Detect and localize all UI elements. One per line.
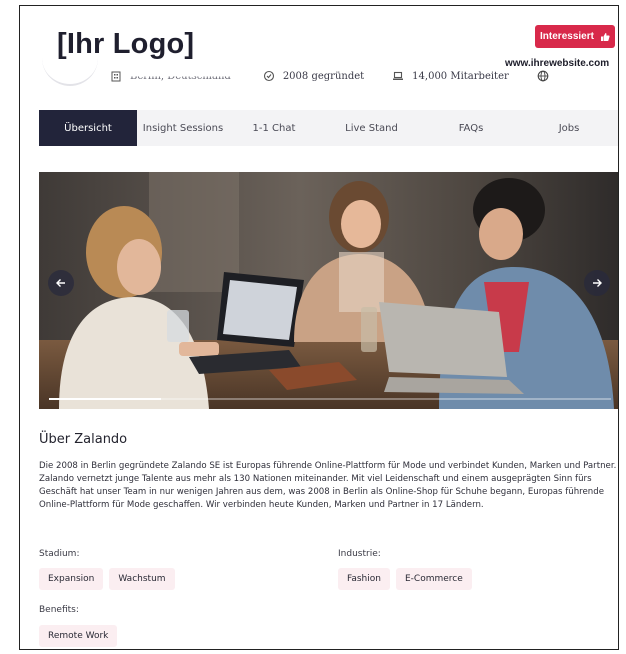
hero-carousel xyxy=(39,172,618,409)
avatar xyxy=(42,46,98,86)
arrow-left-icon xyxy=(56,279,65,287)
carousel-prev-button[interactable] xyxy=(48,270,74,296)
chip-fashion[interactable]: Fashion xyxy=(338,568,390,590)
founded-item: 2008 gegründet xyxy=(263,70,364,82)
chip-remote-work[interactable]: Remote Work xyxy=(39,625,118,647)
tab-live-stand[interactable]: Live Stand xyxy=(319,110,424,146)
chip-e-commerce[interactable]: E-Commerce xyxy=(395,568,472,590)
industrie-label: Industrie: xyxy=(338,549,381,559)
website-globe[interactable] xyxy=(537,70,557,82)
arrow-right-icon xyxy=(593,279,602,287)
about-text: Die 2008 in Berlin gegründete Zalando SE… xyxy=(39,461,617,510)
benefits-label: Benefits: xyxy=(39,605,79,615)
interested-button-label: Interessiert xyxy=(540,31,594,42)
tab-1-1-chat[interactable]: 1-1 Chat xyxy=(229,110,319,146)
interested-button[interactable]: Interessiert xyxy=(535,25,615,48)
carousel-next-button[interactable] xyxy=(584,270,610,296)
hero-photo xyxy=(39,172,618,409)
industrie-chips: Fashion E-Commerce xyxy=(338,568,472,590)
about-title: Über Zalando xyxy=(39,432,128,447)
website-link[interactable]: www.ihrewebsite.com xyxy=(505,58,609,69)
employees-item: 14,000 Mitarbeiter xyxy=(392,70,509,82)
tab-faqs[interactable]: FAQs xyxy=(424,110,518,146)
building-icon xyxy=(111,71,121,82)
chip-wachstum[interactable]: Wachstum xyxy=(109,568,175,590)
carousel-progress-fill xyxy=(49,398,162,400)
laptop-icon xyxy=(393,71,404,80)
company-meta-row: Berlin, Deutschland 2008 gegründet 14,00… xyxy=(110,68,557,84)
company-profile-frame: [Ihr Logo] Berlin, Deutschland 2008 gegr… xyxy=(19,5,619,650)
tab-uebersicht[interactable]: Übersicht xyxy=(39,110,137,146)
carousel-progress xyxy=(49,398,611,400)
employees-text: 14,000 Mitarbeiter xyxy=(412,70,509,82)
thumbs-up-icon xyxy=(600,32,610,41)
globe-icon xyxy=(537,70,549,82)
founded-text: 2008 gegründet xyxy=(282,70,365,82)
tab-insight-sessions[interactable]: Insight Sessions xyxy=(137,110,229,146)
stadium-label: Stadium: xyxy=(39,549,80,559)
tab-jobs[interactable]: Jobs xyxy=(518,110,618,146)
location-text: Berlin, Deutschland xyxy=(130,70,231,82)
badge-icon xyxy=(263,70,274,82)
chip-expansion[interactable]: Expansion xyxy=(39,568,104,590)
benefits-chips: Remote Work xyxy=(39,625,118,647)
tab-bar: Übersicht Insight Sessions 1-1 Chat Live… xyxy=(39,110,618,146)
stadium-chips: Expansion Wachstum xyxy=(39,568,175,590)
location-item: Berlin, Deutschland xyxy=(110,70,231,82)
